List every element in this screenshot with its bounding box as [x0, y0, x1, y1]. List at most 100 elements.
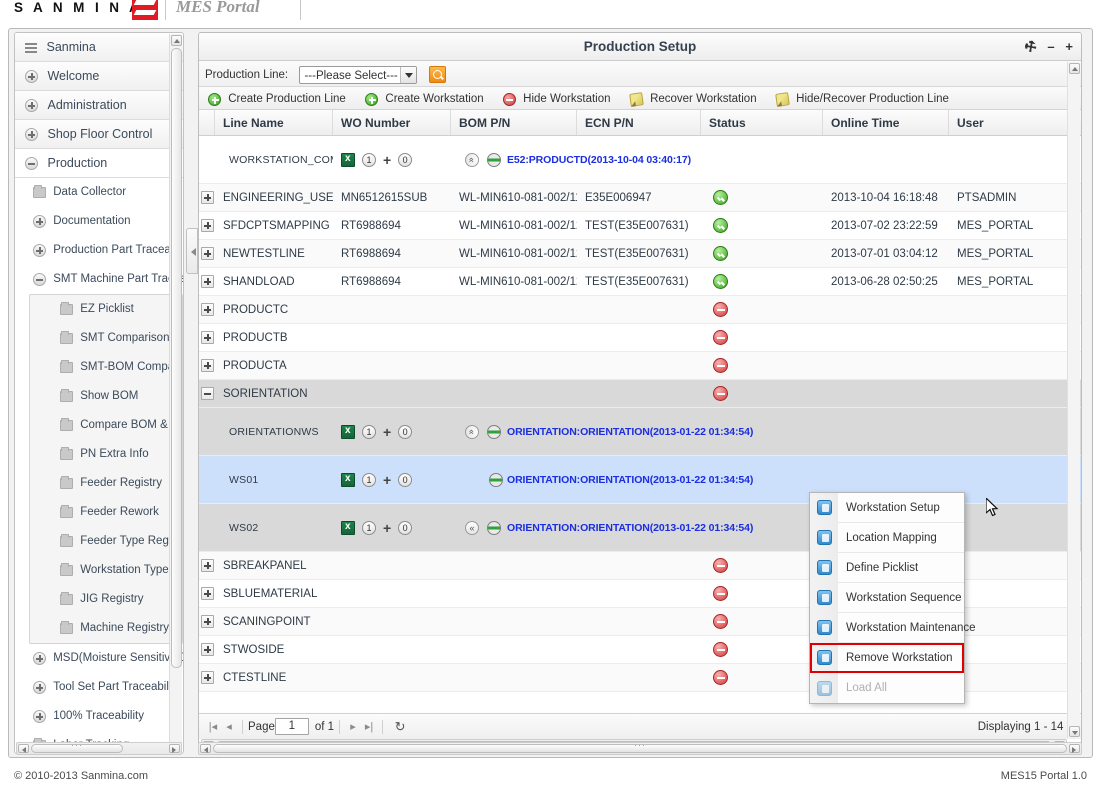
prev-page-icon[interactable]: ◂: [222, 719, 236, 735]
scroll-up-icon[interactable]: [171, 35, 182, 46]
expand-row-icon[interactable]: [201, 615, 214, 628]
count-0-icon[interactable]: 0: [398, 472, 413, 487]
menu-item-remove-workstation[interactable]: Remove Workstation: [810, 642, 964, 673]
column-header-bom-pn[interactable]: BOM P/N: [451, 110, 577, 135]
tree-item-show-bom[interactable]: Show BOM: [30, 382, 182, 411]
tree-item-pn-extra-info[interactable]: PN Extra Info: [30, 440, 182, 469]
sidebar-collapse-handle[interactable]: [186, 228, 198, 274]
table-row[interactable]: PRODUCTB: [199, 324, 1081, 352]
table-row[interactable]: SFDCPTSMAPPING RT6988694 WL-MIN610-081-0…: [199, 212, 1081, 240]
panel-vertical-scrollbar[interactable]: [1067, 62, 1080, 738]
xls-icon[interactable]: [341, 152, 355, 167]
xls-icon[interactable]: [341, 520, 355, 535]
expand-row-icon[interactable]: [201, 191, 214, 204]
tree-item-100-traceability[interactable]: 100% Traceability: [15, 702, 183, 731]
expand-row-icon[interactable]: [201, 359, 214, 372]
search-icon[interactable]: [428, 66, 446, 84]
chevron-down-icon[interactable]: [400, 66, 417, 83]
disc-icon[interactable]: [489, 472, 503, 487]
sidebar-section-administration[interactable]: Administration: [15, 91, 183, 120]
table-row-workstation[interactable]: ORIENTATIONWS 1 + 0 « ORIENTATION:ORIENT…: [199, 408, 1081, 456]
wrench-icon[interactable]: ⚒: [1018, 33, 1044, 62]
sidebar-section-production[interactable]: Production: [15, 149, 183, 178]
maximize-icon[interactable]: +: [1065, 39, 1073, 54]
tree-item-feeder-rework[interactable]: Feeder Rework: [30, 498, 182, 527]
scroll-thumb[interactable]: [213, 744, 1067, 753]
scroll-left-icon[interactable]: [200, 744, 211, 753]
plus-icon[interactable]: +: [383, 473, 391, 487]
content-horizontal-scrollbar[interactable]: [198, 742, 1082, 755]
production-line-select[interactable]: ---Please Select---: [299, 65, 418, 84]
refresh-icon[interactable]: ↻: [392, 719, 408, 735]
xls-icon[interactable]: [341, 424, 355, 439]
count-1-icon[interactable]: 1: [362, 424, 376, 439]
tree-item-data-collector[interactable]: Data Collector: [15, 178, 183, 207]
count-1-icon[interactable]: 1: [362, 472, 376, 487]
plus-icon[interactable]: +: [383, 425, 391, 439]
table-row[interactable]: NEWTESTLINE RT6988694 WL-MIN610-081-002/…: [199, 240, 1081, 268]
table-row-workstation-common[interactable]: WORKSTATION_COMMON 1 + 0 « E52:PRODUCTD(…: [199, 136, 1081, 184]
scroll-up-icon[interactable]: [1069, 63, 1080, 74]
column-header-status[interactable]: Status: [701, 110, 823, 135]
hide-recover-production-line-button[interactable]: Hide/Recover Production Line: [771, 88, 957, 109]
table-row[interactable]: PRODUCTC: [199, 296, 1081, 324]
recover-workstation-button[interactable]: Recover Workstation: [625, 88, 765, 109]
column-header-user[interactable]: User: [949, 110, 1069, 135]
first-page-icon[interactable]: |◂: [206, 719, 220, 735]
chevron-left-icon[interactable]: «: [465, 520, 479, 535]
count-1-icon[interactable]: 1: [362, 520, 376, 535]
disc-icon[interactable]: [487, 152, 501, 167]
count-0-icon[interactable]: 0: [398, 520, 413, 535]
scroll-thumb[interactable]: [171, 48, 182, 668]
sidebar-root-sanmina[interactable]: Sanmina: [15, 33, 183, 62]
sidebar-scrollbar[interactable]: [169, 34, 182, 753]
expand-row-icon[interactable]: [201, 303, 214, 316]
expand-row-icon[interactable]: [201, 219, 214, 232]
expand-row-icon[interactable]: [201, 587, 214, 600]
page-number-input[interactable]: 1: [274, 718, 309, 735]
workstation-link[interactable]: E52:PRODUCTD(2013-10-04 03:40:17): [507, 154, 691, 166]
create-production-line-button[interactable]: Create Production Line: [203, 88, 354, 109]
sidebar-section-welcome[interactable]: Welcome: [15, 62, 183, 91]
menu-item-workstation-sequence[interactable]: Workstation Sequence: [810, 582, 964, 613]
sidebar-horizontal-scrollbar[interactable]: [16, 742, 182, 755]
count-1-icon[interactable]: 1: [362, 152, 376, 167]
create-workstation-button[interactable]: Create Workstation: [360, 88, 491, 109]
menu-item-location-mapping[interactable]: Location Mapping: [810, 522, 964, 553]
scroll-left-icon[interactable]: [18, 744, 29, 753]
collapse-row-icon[interactable]: [201, 387, 214, 400]
tree-item-tool-set-part-traceability[interactable]: Tool Set Part Traceability: [15, 673, 183, 702]
table-row[interactable]: ENGINEERING_USE MN6512615SUB WL-MIN610-0…: [199, 184, 1081, 212]
scroll-thumb[interactable]: [31, 744, 123, 753]
chevron-up-icon[interactable]: «: [465, 424, 479, 439]
menu-item-workstation-setup[interactable]: Workstation Setup: [810, 492, 964, 523]
expand-row-icon[interactable]: [201, 331, 214, 344]
table-row[interactable]: PRODUCTA: [199, 352, 1081, 380]
scroll-right-icon[interactable]: [169, 744, 180, 753]
workstation-link[interactable]: ORIENTATION:ORIENTATION(2013-01-22 01:34…: [507, 426, 753, 438]
tree-item-smt-comparison[interactable]: SMT Comparison: [30, 324, 182, 353]
last-page-icon[interactable]: ▸|: [362, 719, 376, 735]
disc-icon[interactable]: [487, 424, 501, 439]
column-header-wo-number[interactable]: WO Number: [333, 110, 451, 135]
minimize-icon[interactable]: –: [1047, 39, 1054, 54]
scroll-right-icon[interactable]: [1069, 744, 1080, 753]
expand-row-icon[interactable]: [201, 559, 214, 572]
sidebar-section-shop-floor-control[interactable]: Shop Floor Control: [15, 120, 183, 149]
tree-item-production-part-traceability[interactable]: Production Part Traceability: [15, 236, 183, 265]
tree-item-smt-bom-comparision[interactable]: SMT-BOM Comparision: [30, 353, 182, 382]
next-page-icon[interactable]: ▸: [346, 719, 360, 735]
tree-item-feeder-type-registry[interactable]: Feeder Type Registry: [30, 527, 182, 556]
expand-row-icon[interactable]: [201, 247, 214, 260]
plus-icon[interactable]: +: [383, 153, 391, 167]
tree-item-msd[interactable]: MSD(Moisture Sensitive Device): [15, 644, 183, 673]
tree-item-workstation-type[interactable]: Workstation Type: [30, 556, 182, 585]
expand-row-icon[interactable]: [201, 671, 214, 684]
tree-item-documentation[interactable]: Documentation: [15, 207, 183, 236]
expand-row-icon[interactable]: [201, 275, 214, 288]
workstation-link[interactable]: ORIENTATION:ORIENTATION(2013-01-22 01:34…: [507, 474, 753, 486]
xls-icon[interactable]: [341, 472, 355, 487]
tree-item-machine-registry[interactable]: Machine Registry: [30, 614, 182, 643]
tree-item-smt-machine-part-traceability[interactable]: SMT Machine Part Traceability: [15, 265, 183, 294]
workstation-link[interactable]: ORIENTATION:ORIENTATION(2013-01-22 01:34…: [507, 522, 753, 534]
